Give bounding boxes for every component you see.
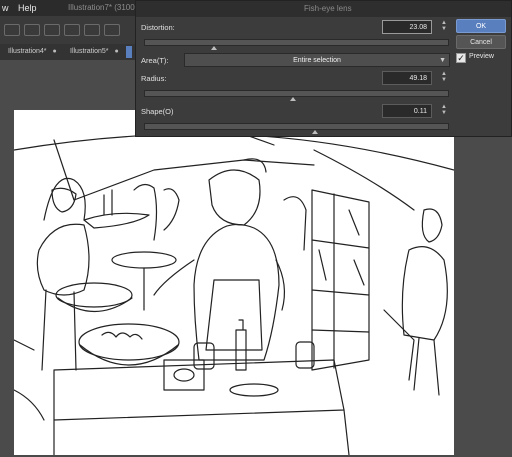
dialog-titlebar[interactable]: Fish-eye lens — [136, 1, 511, 17]
undo-icon[interactable] — [4, 24, 20, 36]
chevron-down-icon[interactable]: ▼ — [441, 110, 447, 116]
radius-slider[interactable] — [144, 90, 449, 97]
distortion-slider[interactable] — [144, 39, 449, 46]
preview-checkbox[interactable]: ✓ — [456, 53, 466, 63]
tab-label: Illustration5* — [70, 48, 109, 55]
ok-button[interactable]: OK — [456, 19, 506, 33]
sketch-artwork — [13, 109, 455, 456]
menu-help[interactable]: Help — [18, 3, 37, 13]
app-title: Illustration7* (3100 — [68, 3, 135, 12]
distortion-label: Distortion: — [141, 23, 175, 32]
radius-slider-thumb[interactable] — [290, 97, 297, 101]
close-icon[interactable]: ● — [115, 48, 119, 55]
menu-view[interactable]: w — [2, 3, 9, 13]
distortion-slider-thumb[interactable] — [211, 46, 218, 50]
shape-input[interactable]: 0.11 — [382, 104, 432, 118]
canvas[interactable] — [13, 109, 455, 456]
close-icon[interactable]: ● — [53, 48, 57, 55]
transform-icon[interactable] — [84, 24, 100, 36]
shape-label: Shape(O) — [141, 107, 174, 116]
tab-illustration5[interactable]: Illustration5* ● — [66, 46, 123, 58]
area-select[interactable]: Entire selection ▼ — [184, 53, 450, 67]
distortion-input[interactable]: 23.08 — [382, 20, 432, 34]
cancel-button[interactable]: Cancel — [456, 35, 506, 49]
shape-slider-thumb[interactable] — [311, 130, 318, 134]
chevron-down-icon[interactable]: ▼ — [441, 77, 447, 83]
checkmark-icon: ✓ — [457, 53, 465, 63]
tab-illustration4[interactable]: Illustration4* ● — [4, 46, 61, 58]
shape-slider[interactable] — [144, 123, 449, 130]
fill-icon[interactable] — [64, 24, 80, 36]
tab-active-indicator[interactable] — [126, 46, 132, 58]
tab-label: Illustration4* — [8, 48, 47, 55]
dialog-title: Fish-eye lens — [304, 4, 352, 13]
clear-icon[interactable] — [44, 24, 60, 36]
fish-eye-lens-dialog: Fish-eye lens Distortion: 23.08 ▲ ▼ Area(… — [135, 0, 512, 137]
radius-label: Radius: — [141, 74, 167, 83]
redo-icon[interactable] — [24, 24, 40, 36]
chevron-down-icon: ▼ — [439, 57, 446, 64]
chevron-down-icon[interactable]: ▼ — [441, 26, 447, 32]
shape-spinner[interactable]: ▲ ▼ — [440, 104, 448, 118]
snap-icon[interactable] — [104, 24, 120, 36]
radius-spinner[interactable]: ▲ ▼ — [440, 71, 448, 85]
area-label: Area(T): — [141, 56, 169, 65]
radius-input[interactable]: 49.18 — [382, 71, 432, 85]
preview-label: Preview — [469, 53, 494, 60]
distortion-spinner[interactable]: ▲ ▼ — [440, 20, 448, 34]
area-selected-value: Entire selection — [293, 57, 341, 64]
